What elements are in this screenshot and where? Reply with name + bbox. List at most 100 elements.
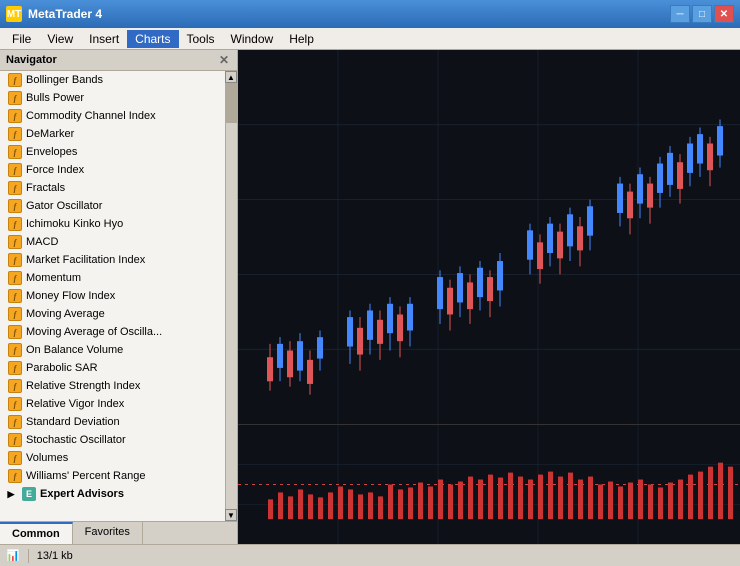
- nav-item-label-11: Momentum: [26, 272, 81, 284]
- navigator-title: Navigator: [6, 54, 57, 66]
- nav-item-9[interactable]: f MACD: [0, 233, 237, 251]
- nav-item-6[interactable]: f Fractals: [0, 179, 237, 197]
- nav-item-20[interactable]: f Stochastic Oscillator: [0, 431, 237, 449]
- status-bar: 📊 13/1 kb: [0, 544, 740, 566]
- nav-item-icon-13: f: [8, 307, 22, 321]
- nav-item-10[interactable]: fMarket Facilitation Index: [0, 251, 237, 269]
- nav-item-label-20: Stochastic Oscillator: [26, 434, 126, 446]
- nav-item-icon-9: f: [8, 235, 22, 249]
- menu-charts[interactable]: Charts: [127, 30, 178, 48]
- volume-svg: [238, 425, 740, 544]
- nav-item-8[interactable]: f Ichimoku Kinko Hyo: [0, 215, 237, 233]
- nav-item-icon-3: f: [8, 127, 22, 141]
- nav-item-17[interactable]: f Relative Strength Index: [0, 377, 237, 395]
- nav-item-18[interactable]: f Relative Vigor Index: [0, 395, 237, 413]
- nav-item-icon-2: f: [8, 109, 22, 123]
- nav-item-label-18: Relative Vigor Index: [26, 398, 124, 410]
- nav-item-21[interactable]: fVolumes: [0, 449, 237, 467]
- nav-item-icon-7: f: [8, 199, 22, 213]
- nav-item-icon-0: f: [8, 73, 22, 87]
- scrollbar-track[interactable]: ▲ ▼: [225, 71, 237, 521]
- nav-item-7[interactable]: fGator Oscillator: [0, 197, 237, 215]
- expert-advisors-label: Expert Advisors: [40, 488, 124, 500]
- nav-item-1[interactable]: f Bulls Power: [0, 89, 237, 107]
- expand-icon: ▶: [4, 487, 18, 501]
- nav-item-label-3: DeMarker: [26, 128, 74, 140]
- scrollbar-thumb[interactable]: [225, 83, 237, 123]
- window-title: MetaTrader 4: [28, 7, 670, 21]
- nav-item-label-9: MACD: [26, 236, 58, 248]
- nav-item-15[interactable]: fOn Balance Volume: [0, 341, 237, 359]
- nav-item-label-5: Force Index: [26, 164, 84, 176]
- app-icon: MT: [6, 6, 22, 22]
- nav-item-label-15: On Balance Volume: [26, 344, 123, 356]
- nav-item-icon-17: f: [8, 379, 22, 393]
- nav-item-label-0: Bollinger Bands: [26, 74, 103, 86]
- nav-item-icon-14: f: [8, 325, 22, 339]
- nav-item-14[interactable]: fMoving Average of Oscilla...: [0, 323, 237, 341]
- nav-item-2[interactable]: f Commodity Channel Index: [0, 107, 237, 125]
- volume-chart: [238, 424, 740, 544]
- nav-item-5[interactable]: f Force Index: [0, 161, 237, 179]
- nav-item-icon-5: f: [8, 163, 22, 177]
- title-bar: MT MetaTrader 4 ─ □ ✕: [0, 0, 740, 28]
- expert-advisors-section[interactable]: ▶ E Expert Advisors: [0, 485, 237, 503]
- nav-item-label-1: Bulls Power: [26, 92, 84, 104]
- chart-svg: [238, 50, 740, 424]
- nav-item-label-2: Commodity Channel Index: [26, 110, 156, 122]
- nav-item-0[interactable]: f Bollinger Bands: [0, 71, 237, 89]
- candlestick-chart[interactable]: [238, 50, 740, 424]
- minimize-button[interactable]: ─: [670, 5, 690, 23]
- main-area: Navigator ✕ f Bollinger Bands f Bulls Power…: [0, 50, 740, 544]
- scrollbar-up-button[interactable]: ▲: [225, 71, 237, 83]
- close-button[interactable]: ✕: [714, 5, 734, 23]
- nav-item-11[interactable]: f Momentum: [0, 269, 237, 287]
- nav-item-16[interactable]: f Parabolic SAR: [0, 359, 237, 377]
- nav-item-12[interactable]: fMoney Flow Index: [0, 287, 237, 305]
- nav-item-label-6: Fractals: [26, 182, 65, 194]
- navigator-panel: Navigator ✕ f Bollinger Bands f Bulls Power…: [0, 50, 238, 544]
- nav-item-label-8: Ichimoku Kinko Hyo: [26, 218, 123, 230]
- nav-item-label-17: Relative Strength Index: [26, 380, 140, 392]
- nav-item-icon-10: f: [8, 253, 22, 267]
- nav-item-13[interactable]: f Moving Average: [0, 305, 237, 323]
- scrollbar-down-button[interactable]: ▼: [225, 509, 237, 521]
- nav-item-3[interactable]: f DeMarker: [0, 125, 237, 143]
- nav-item-22[interactable]: fWilliams' Percent Range: [0, 467, 237, 485]
- nav-item-icon-19: f: [8, 415, 22, 429]
- nav-item-icon-1: f: [8, 91, 22, 105]
- navigator-tabs: Common Favorites: [0, 521, 237, 544]
- nav-item-icon-18: f: [8, 397, 22, 411]
- nav-item-icon-11: f: [8, 271, 22, 285]
- nav-item-label-19: Standard Deviation: [26, 416, 120, 428]
- status-bars-icon: 📊: [6, 549, 20, 562]
- menu-bar: File View Insert Charts Tools Window Hel…: [0, 28, 740, 50]
- menu-insert[interactable]: Insert: [81, 30, 127, 48]
- menu-window[interactable]: Window: [223, 30, 282, 48]
- nav-item-icon-6: f: [8, 181, 22, 195]
- window-controls: ─ □ ✕: [670, 5, 734, 23]
- menu-file[interactable]: File: [4, 30, 39, 48]
- nav-item-label-4: Envelopes: [26, 146, 77, 158]
- nav-item-icon-16: f: [8, 361, 22, 375]
- nav-item-19[interactable]: f Standard Deviation: [0, 413, 237, 431]
- tab-favorites[interactable]: Favorites: [73, 522, 143, 544]
- nav-item-4[interactable]: fEnvelopes: [0, 143, 237, 161]
- nav-item-label-21: Volumes: [26, 452, 68, 464]
- restore-button[interactable]: □: [692, 5, 712, 23]
- menu-tools[interactable]: Tools: [179, 30, 223, 48]
- menu-help[interactable]: Help: [281, 30, 322, 48]
- menu-view[interactable]: View: [39, 30, 81, 48]
- nav-item-label-16: Parabolic SAR: [26, 362, 98, 374]
- nav-item-icon-8: f: [8, 217, 22, 231]
- nav-item-label-13: Moving Average: [26, 308, 105, 320]
- navigator-close-button[interactable]: ✕: [217, 53, 231, 67]
- expert-advisors-icon: E: [22, 487, 36, 501]
- chart-area: [238, 50, 740, 544]
- status-separator: [28, 549, 29, 563]
- nav-item-icon-12: f: [8, 289, 22, 303]
- navigator-list: f Bollinger Bands f Bulls Power f Commodity C…: [0, 71, 237, 521]
- nav-item-icon-20: f: [8, 433, 22, 447]
- tab-common[interactable]: Common: [0, 522, 73, 544]
- status-info: 13/1 kb: [37, 550, 73, 562]
